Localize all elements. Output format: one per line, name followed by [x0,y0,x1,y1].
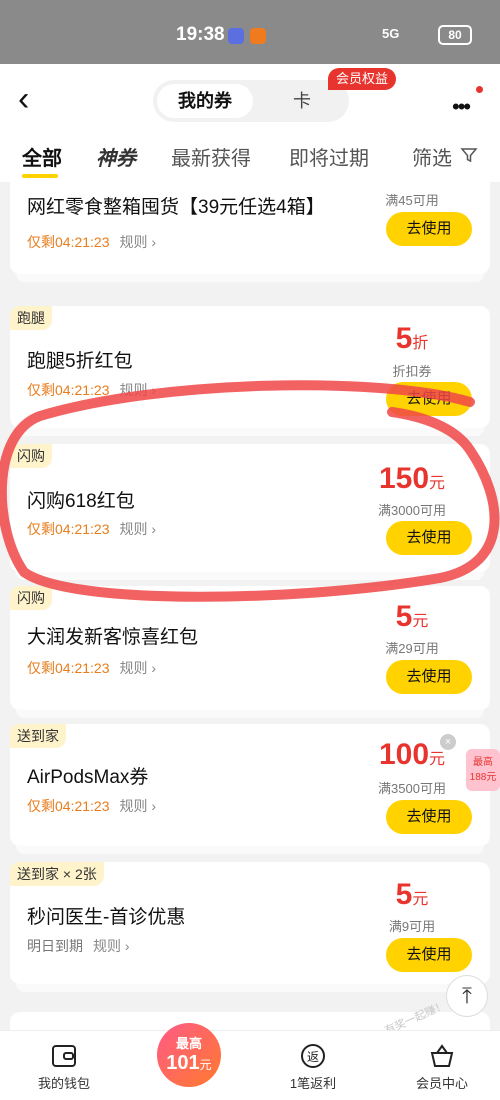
coupon-condition: 满3500可用 [378,781,446,796]
coupon-condition: 满3000可用 [378,503,446,518]
svg-text:返: 返 [307,1050,319,1064]
nav-member-center[interactable]: 会员中心 [392,1037,492,1093]
coupon-condition: 满29可用 [385,641,439,656]
close-icon[interactable]: × [440,734,456,750]
notification-app-icon-2 [250,28,266,44]
coupon-remaining-time: 仅剩04:21:23 规则 › [27,798,157,814]
coupon-title: AirPodsMax券 [27,767,149,788]
tab-filter[interactable]: 筛选 [412,142,452,171]
coupon-amount: 5元 [395,878,429,911]
back-arrow-icon[interactable]: ‹ [18,82,48,116]
coupon-amount: 5元 [395,600,429,633]
bottom-nav: 我的钱包 最高 101元 返 1笔返利 会员中心 [0,1023,500,1100]
coupon-card: 送到家 AirPodsMax券 仅剩04:21:23 规则 › 100元 满350… [10,724,490,854]
coupon-condition: 满9可用 [388,919,436,934]
tab-all[interactable]: 全部 [22,142,62,171]
filter-icon[interactable] [460,146,478,164]
tab-my-coupons[interactable]: 我的券 [157,84,253,118]
coupon-title: 网红零食整箱囤货【39元任选4箱】 [27,197,325,218]
promo-circle-button[interactable]: 最高 101元 [157,1023,221,1087]
coupon-title: 跑腿5折红包 [27,351,133,372]
coupon-remaining-time: 仅剩04:21:23 规则 › [27,382,157,398]
coupon-tag: 送到家 × 2张 [10,862,104,886]
rule-link[interactable]: 规则 › [120,798,157,814]
coupon-amount: 20元 [352,182,472,188]
coupon-remaining-time: 仅剩04:21:23 规则 › [27,234,157,250]
tab-super-coupons[interactable]: 神券 [96,142,136,171]
coupon-remaining-time: 明日到期 规则 › [27,938,130,954]
coupon-remaining-time: 仅剩04:21:23 规则 › [27,660,157,676]
promo-sticker[interactable]: 最高 188元 [466,749,500,791]
notification-app-icon [228,28,244,44]
rule-link[interactable]: 规则 › [120,234,157,250]
coupon-card: 跑腿 跑腿5折红包 仅剩04:21:23 规则 › 5折 折扣券 去使用 [10,306,490,436]
nav-wallet[interactable]: 我的钱包 [14,1037,114,1093]
coupon-card: 闪购 大润发新客惊喜红包 仅剩04:21:23 规则 › 5元 满29可用 去使用 [10,586,490,718]
coupon-card: 送到家 × 2张 秒问医生-首诊优惠 明日到期 规则 › 5元 满9可用 去使用 [10,862,490,992]
notification-dot [476,86,483,93]
use-coupon-button[interactable]: 去使用 [386,212,472,246]
coupon-tag: 闪购 [10,444,52,468]
coupon-condition: 满45可用 [385,193,439,208]
rebate-icon: 返 [301,1044,325,1068]
rule-link[interactable]: 规则 › [93,938,130,954]
battery-indicator: 80 [438,25,472,45]
status-bar: 19:38 5G 80 [0,0,500,64]
coupon-condition: 折扣券 [392,364,432,379]
filter-tabs: 全部 神券 最新获得 即将过期 筛选 [0,138,500,182]
use-coupon-button[interactable]: 去使用 [386,800,472,834]
use-coupon-button[interactable]: 去使用 [386,660,472,694]
coupon-card: 网红零食整箱囤货【39元任选4箱】 仅剩04:21:23规则 › 20元 满45… [10,182,490,282]
coupon-title: 闪购618红包 [27,491,135,512]
use-coupon-button[interactable]: 去使用 [386,938,472,972]
coupon-card: 闪购 闪购618红包 仅剩04:21:23 规则 › 150元 满3000可用 去… [10,444,490,580]
use-coupon-button[interactable]: 去使用 [386,521,472,555]
rule-link[interactable]: 规则 › [120,382,157,398]
coupon-tag: 送到家 [10,724,66,748]
rule-link[interactable]: 规则 › [120,521,157,537]
coupon-list: 网红零食整箱囤货【39元任选4箱】 仅剩04:21:23规则 › 20元 满45… [0,182,500,1030]
rule-link[interactable]: 规则 › [120,660,157,676]
member-basket-icon [430,1044,454,1067]
coupon-title: 秒问医生-首诊优惠 [27,907,186,928]
member-benefits-badge[interactable]: 会员权益 [328,68,397,90]
active-tab-indicator [22,174,58,178]
coupon-tag: 闪购 [10,586,52,610]
wallet-icon [52,1045,76,1067]
status-time: 19:38 [176,24,225,45]
header: ‹ 我的券 卡 会员权益 ••• [0,64,500,138]
coupon-remaining-time: 仅剩04:21:23 规则 › [27,521,157,537]
tab-newest[interactable]: 最新获得 [171,142,251,171]
use-coupon-button[interactable]: 去使用 [386,382,472,416]
segment-switcher: 我的券 卡 [153,80,349,122]
tab-expiring[interactable]: 即将过期 [289,142,369,171]
nav-rebate[interactable]: 返 1笔返利 [263,1037,363,1093]
coupon-tag: 跑腿 [10,306,52,330]
coupon-amount: 150元 [378,462,446,495]
network-indicator: 5G [382,26,400,41]
coupon-amount: 5折 [395,322,429,355]
more-dots-icon[interactable]: ••• [452,94,471,120]
coupon-title: 大润发新客惊喜红包 [27,627,199,648]
